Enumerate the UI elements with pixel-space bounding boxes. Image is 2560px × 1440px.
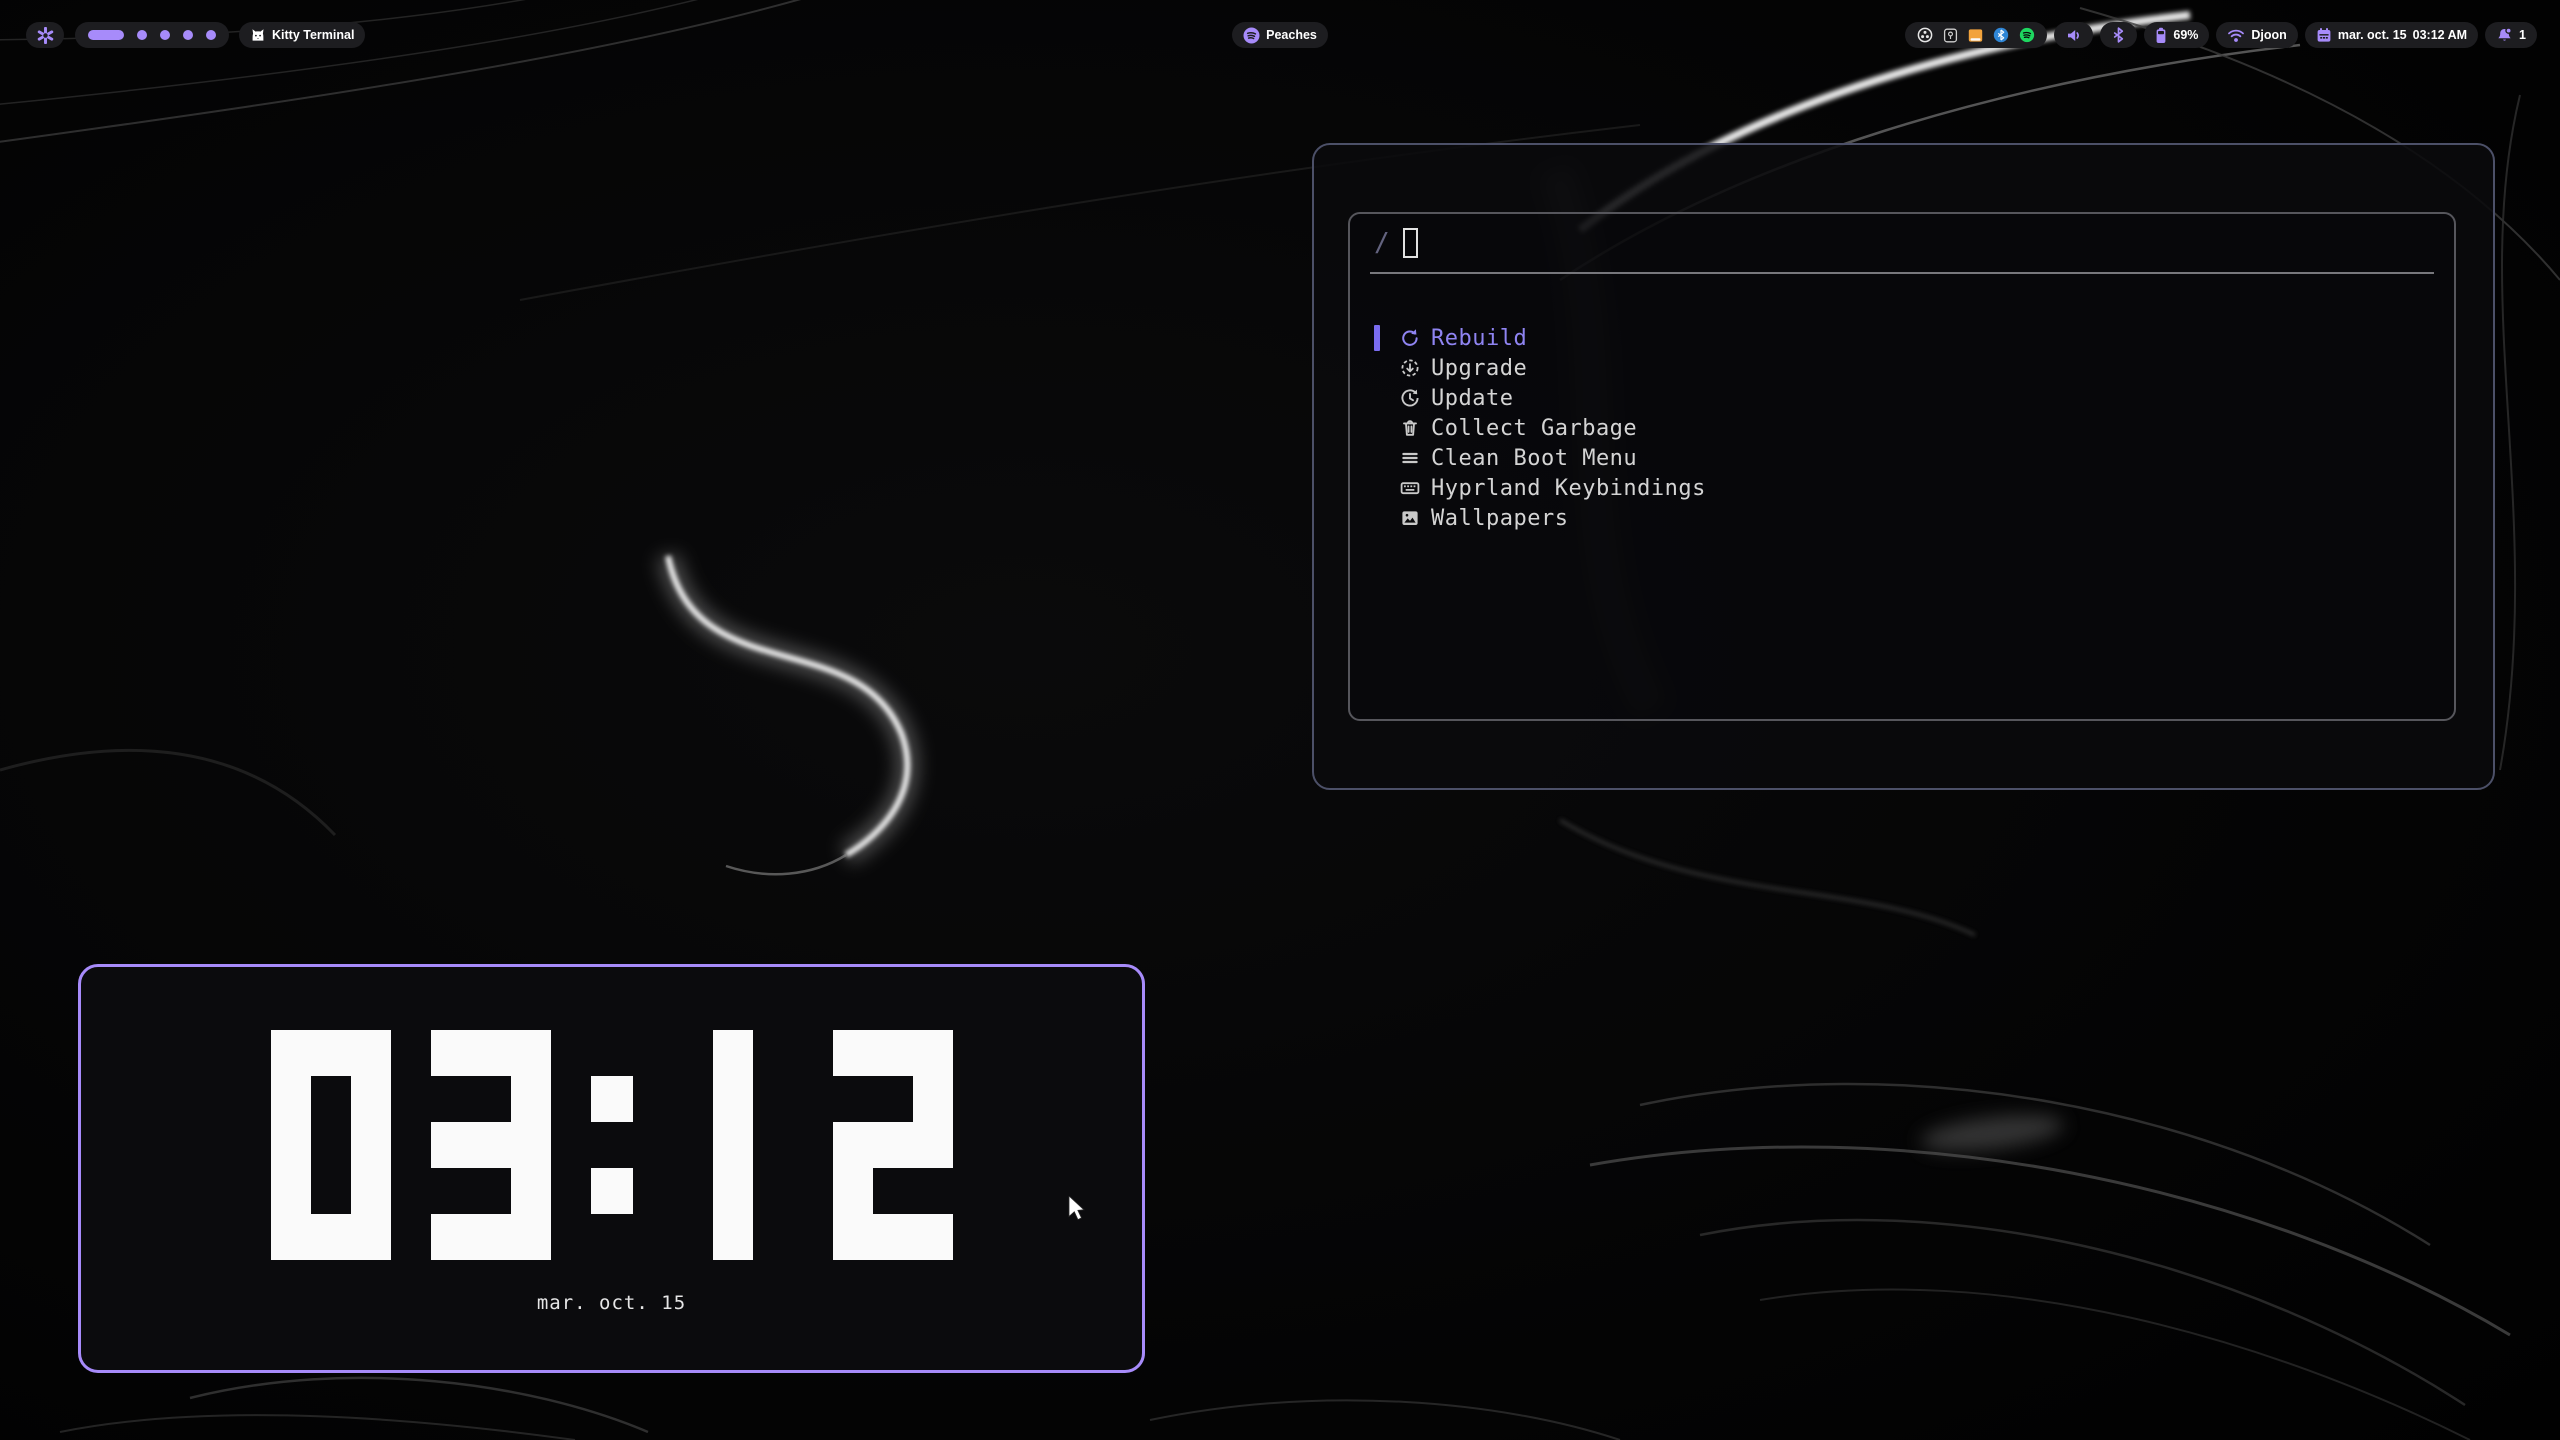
- menu-item-hyprland-keybindings[interactable]: Hyprland Keybindings: [1350, 473, 2454, 503]
- upgrade-download-icon: [1399, 357, 1421, 379]
- bluetooth-pill[interactable]: [2100, 22, 2137, 48]
- wifi-icon: [2227, 28, 2245, 43]
- clock-widget: mar. oct. 15: [78, 964, 1145, 1373]
- menu-item-wallpapers[interactable]: Wallpapers: [1350, 503, 2454, 533]
- launcher-inner-box: / Rebuild: [1348, 212, 2456, 721]
- keyboard-icon: [1399, 477, 1421, 499]
- battery-percent: 69%: [2173, 22, 2198, 48]
- menu-item-rebuild[interactable]: Rebuild: [1350, 323, 2454, 353]
- clock-digit-0: [271, 1030, 391, 1260]
- clock-digit-3: [431, 1030, 551, 1260]
- launcher-panel: / Rebuild: [1312, 143, 2495, 790]
- selection-bar: [1374, 325, 1380, 351]
- system-tray: [1905, 22, 2047, 48]
- datetime-pill[interactable]: mar. oct. 15 03:12 AM: [2305, 22, 2478, 48]
- text-cursor: [1403, 228, 1418, 258]
- launcher-search-input[interactable]: /: [1350, 214, 2454, 272]
- update-clock-icon: [1399, 387, 1421, 409]
- bar-date: mar. oct. 15: [2338, 22, 2407, 48]
- spotify-tray-icon[interactable]: [2019, 27, 2035, 43]
- speaker-icon: [2065, 27, 2082, 44]
- bar-time: 03:12 AM: [2413, 22, 2467, 48]
- bluetooth-tray-icon[interactable]: [1993, 27, 2009, 43]
- clock-date: mar. oct. 15: [537, 1292, 686, 1314]
- wifi-ssid: Djoon: [2251, 22, 2286, 48]
- desktop: { "topbar": { "nix_button": {"icon": "ni…: [0, 0, 2560, 1440]
- menu-list-icon: [1399, 447, 1421, 469]
- clock-colon: [591, 1030, 633, 1260]
- top-bar-right: 69% Djoon mar. oct. 15 03:12 AM: [0, 22, 2560, 48]
- bluetooth-icon: [2111, 27, 2126, 43]
- notification-count: 1: [2519, 22, 2526, 48]
- search-prompt: /: [1374, 228, 1390, 258]
- keepassxc-tray-icon[interactable]: [1943, 28, 1958, 43]
- menu-item-collect-garbage[interactable]: Collect Garbage: [1350, 413, 2454, 443]
- trash-icon: [1399, 417, 1421, 439]
- notifications-pill[interactable]: 1: [2485, 22, 2537, 48]
- battery-pill[interactable]: 69%: [2144, 22, 2209, 48]
- bell-icon: [2496, 27, 2513, 44]
- obs-tray-icon[interactable]: [1917, 27, 1933, 43]
- menu-item-upgrade[interactable]: Upgrade: [1350, 353, 2454, 383]
- clock-time-digits: [271, 1030, 953, 1260]
- menu-item-update[interactable]: Update: [1350, 383, 2454, 413]
- volume-pill[interactable]: [2054, 22, 2093, 48]
- files-tray-icon[interactable]: [1968, 28, 1983, 43]
- network-pill[interactable]: Djoon: [2216, 22, 2297, 48]
- calendar-icon: [2316, 27, 2332, 43]
- mouse-cursor: [1068, 1196, 1092, 1223]
- clock-digit-1: [673, 1030, 793, 1260]
- menu-item-clean-boot-menu[interactable]: Clean Boot Menu: [1350, 443, 2454, 473]
- search-separator: [1370, 272, 2434, 274]
- launcher-menu-list: Rebuild Upgrade: [1350, 323, 2454, 533]
- rebuild-refresh-icon: [1399, 327, 1421, 349]
- battery-icon: [2155, 27, 2167, 44]
- clock-digit-2: [833, 1030, 953, 1260]
- image-icon: [1399, 507, 1421, 529]
